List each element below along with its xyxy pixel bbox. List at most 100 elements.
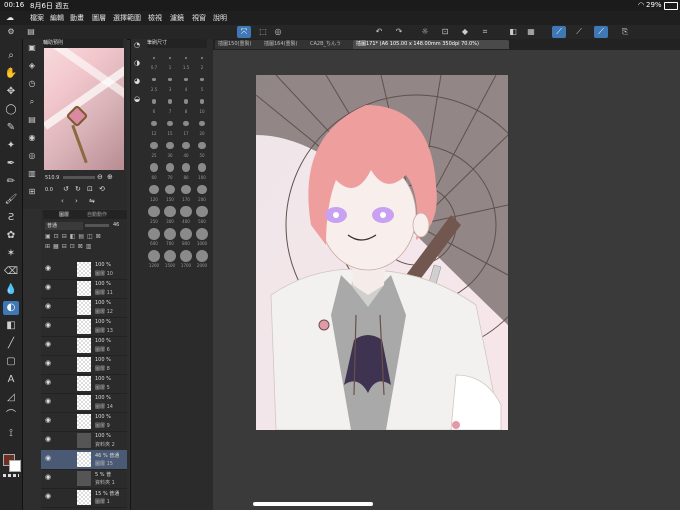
brush-size-option[interactable]: 170 xyxy=(179,183,193,203)
layer-row[interactable]: ◉ 100 % 圖層 9 xyxy=(41,412,127,432)
brush-size-option[interactable]: 15 xyxy=(163,117,177,137)
brush-size-option[interactable]: 150 xyxy=(163,183,177,203)
zoom-in-icon[interactable]: ⊕ xyxy=(107,173,113,181)
brush-size-option[interactable]: 7 xyxy=(163,95,177,115)
brush-size-option[interactable]: 700 xyxy=(163,227,177,247)
sub-color-swatch[interactable] xyxy=(9,460,21,472)
lasso-icon[interactable]: ◯ xyxy=(3,103,19,117)
eye-icon[interactable]: ◉ xyxy=(45,341,52,348)
snap-ruler-icon[interactable]: ⟋ xyxy=(594,26,608,38)
undo-icon[interactable]: ↶ xyxy=(372,26,386,38)
menu-filter[interactable]: 濾鏡 xyxy=(170,13,184,23)
brush-size-option[interactable]: 17 xyxy=(179,117,193,137)
navigator-icon[interactable]: ⊞ xyxy=(24,185,40,199)
selection-icon[interactable]: ⬚ xyxy=(256,26,270,38)
brush-size-option[interactable]: 120 xyxy=(147,183,161,203)
layers-stack-icon[interactable]: ◈ xyxy=(24,59,40,73)
eye-icon[interactable]: ◉ xyxy=(45,398,52,405)
brush-size-option[interactable]: 10 xyxy=(195,95,209,115)
layer-row[interactable]: ◉ 100 % 圖層 6 xyxy=(41,336,127,356)
brush-size-option[interactable]: 80 xyxy=(179,161,193,181)
figure-icon[interactable]: ▢ xyxy=(3,355,19,369)
snap-icon[interactable]: ◎ xyxy=(271,26,285,38)
material-icon[interactable]: ▤ xyxy=(24,113,40,127)
brush-size-option[interactable]: 40 xyxy=(179,139,193,159)
menu-animation[interactable]: 動畫 xyxy=(70,13,84,23)
brush-size-option[interactable]: 600 xyxy=(147,227,161,247)
blend-icon[interactable]: 💧 xyxy=(3,283,19,297)
layer-row[interactable]: ◉ 15 % 普通 圖層 1 xyxy=(41,488,127,508)
line-icon[interactable]: ╱ xyxy=(3,337,19,351)
reset-icon[interactable]: ⟲ xyxy=(99,185,105,193)
save-icon[interactable]: ▤ xyxy=(24,26,38,38)
eye-icon[interactable]: ◉ xyxy=(45,360,52,367)
brush-size-option[interactable]: 300 xyxy=(163,205,177,225)
crop-icon[interactable]: ⌗ xyxy=(478,26,492,38)
brush-size-option[interactable]: 1700 xyxy=(179,249,193,269)
eraser-icon[interactable]: ⌫ xyxy=(3,265,19,279)
fill-icon[interactable]: ◆ xyxy=(458,26,472,38)
brush-size-option[interactable]: 2.5 xyxy=(147,73,161,93)
menu-layer[interactable]: 圖層 xyxy=(92,13,106,23)
rotate-left-icon[interactable]: ↺ xyxy=(63,185,69,193)
brush-size-option[interactable]: 25 xyxy=(147,139,161,159)
search-layer-icon[interactable]: ⌕ xyxy=(24,95,40,109)
eye-icon[interactable]: ◉ xyxy=(45,455,52,462)
color-wheel-icon[interactable]: ◎ xyxy=(24,149,40,163)
tab-document-3[interactable]: CA2B_ちんう xyxy=(307,40,357,49)
brush-size-option[interactable]: 12 xyxy=(147,117,161,137)
settings-icon[interactable]: ⚙ xyxy=(4,26,18,38)
fit-icon[interactable]: ⊡ xyxy=(87,185,93,193)
layer-row[interactable]: ◉ 100 % 圖層 5 xyxy=(41,374,127,394)
menu-selection[interactable]: 選擇範圍 xyxy=(113,13,141,23)
layer-row[interactable]: ◉ 100 % 圖層 14 xyxy=(41,393,127,413)
brush-panel-icon-2[interactable]: ◑ xyxy=(134,59,140,67)
brush-size-option[interactable]: 250 xyxy=(147,205,161,225)
flip-icon[interactable]: ◧ xyxy=(506,26,520,38)
tab-document-1[interactable]: 插圖150(重製) xyxy=(215,40,265,49)
brush-icon[interactable]: 🖌 xyxy=(3,193,19,207)
layer-row[interactable]: ◉ 5 % 普資料夾 1 xyxy=(41,469,127,489)
zoom-slider[interactable] xyxy=(63,176,95,179)
eye-icon[interactable]: ◉ xyxy=(45,436,52,443)
brush-size-option[interactable]: 2000 xyxy=(195,249,209,269)
ruler-icon[interactable]: ⟋ xyxy=(552,26,566,38)
blend-mode-select[interactable]: 普通 xyxy=(45,222,83,230)
app-icon[interactable]: ☁ xyxy=(6,13,14,22)
brush-size-option[interactable]: 400 xyxy=(179,205,193,225)
eyedropper-icon[interactable]: ✎ xyxy=(3,121,19,135)
flip-horizontal-icon[interactable]: ⇋ xyxy=(89,197,95,205)
magic-wand-icon[interactable]: ✦ xyxy=(3,139,19,153)
intermediate-color-icon[interactable]: ▥ xyxy=(24,167,40,181)
brush-size-option[interactable]: 60 xyxy=(147,161,161,181)
brush-size-option[interactable]: 6 xyxy=(147,95,161,115)
angle-value[interactable]: 0.0 xyxy=(45,187,53,193)
layer-tab[interactable]: 圖層 xyxy=(59,211,69,218)
tab-document-4[interactable]: 插圖171* (A6 105.00 x 148.00mm 350dpi 70.0… xyxy=(353,40,509,49)
layer-row[interactable]: ◉ 100 % 圖層 13 xyxy=(41,317,127,337)
eye-icon[interactable]: ◉ xyxy=(45,322,52,329)
sparkle-icon[interactable]: ✶ xyxy=(3,247,19,261)
opacity-slider[interactable] xyxy=(85,224,109,227)
brush-size-option[interactable]: 1500 xyxy=(163,249,177,269)
balloon-icon[interactable]: ◿ xyxy=(3,391,19,405)
canvas-area[interactable] xyxy=(213,50,680,510)
menu-window[interactable]: 視窗 xyxy=(192,13,206,23)
layer-row[interactable]: ◉ 100 % 圖層 12 xyxy=(41,298,127,318)
fill-bucket-icon[interactable]: ◐ xyxy=(3,301,19,315)
eye-icon[interactable]: ◉ xyxy=(45,265,52,272)
gradient-icon[interactable]: ◧ xyxy=(3,319,19,333)
pen-icon[interactable]: ✒ xyxy=(3,157,19,171)
eye-icon[interactable]: ◉ xyxy=(45,493,52,500)
eye-icon[interactable]: ◉ xyxy=(45,284,52,291)
tab-document-2[interactable]: 插圖164(重製) xyxy=(261,40,311,49)
airbrush-icon[interactable]: Ƨ xyxy=(3,211,19,225)
brush-size-option[interactable]: 8 xyxy=(179,95,193,115)
brush-size-option[interactable]: 50 xyxy=(195,139,209,159)
auto-action-tab[interactable]: 自動動作 xyxy=(87,211,107,218)
brush-size-option[interactable]: 0.7 xyxy=(147,51,161,71)
move-icon[interactable]: ✥ xyxy=(3,85,19,99)
brush-size-option[interactable]: 30 xyxy=(163,139,177,159)
next-icon[interactable]: › xyxy=(75,197,78,205)
layer-row[interactable]: ◉ 100 % 資料夾 2 xyxy=(41,431,127,451)
